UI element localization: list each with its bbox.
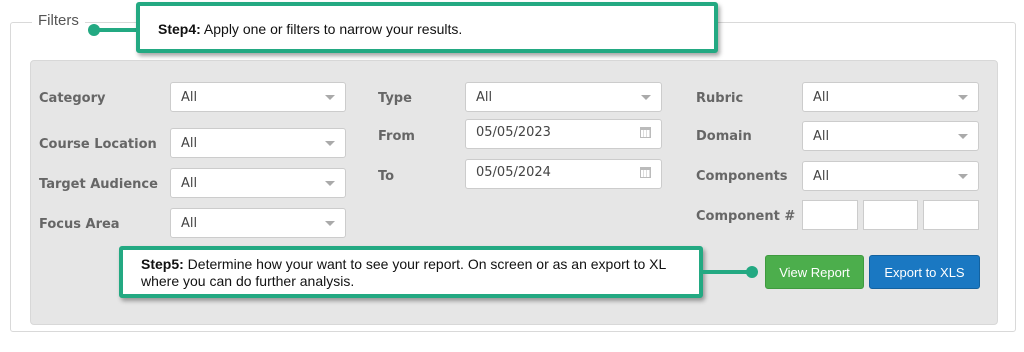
to-date-input[interactable]: 05/05/2024 [465, 159, 662, 189]
components-label: Components [696, 169, 788, 184]
step5-title: Step5: [141, 256, 184, 272]
domain-label: Domain [696, 129, 752, 144]
to-date-value: 05/05/2024 [476, 165, 551, 180]
step5-callout: Step5: Determine how your want to see yo… [119, 246, 703, 298]
chevron-down-icon [325, 141, 335, 146]
chevron-down-icon [325, 221, 335, 226]
callout-connector [702, 270, 752, 274]
step5-text: Determine how your want to see your repo… [141, 256, 666, 289]
course-location-value: All [181, 136, 198, 151]
chevron-down-icon [958, 174, 968, 179]
component-number-input-2[interactable] [863, 200, 918, 230]
category-select[interactable]: All [170, 82, 346, 112]
from-label: From [378, 129, 415, 144]
target-audience-value: All [181, 176, 198, 191]
calendar-icon[interactable] [640, 167, 651, 178]
focus-area-value: All [181, 216, 198, 231]
chevron-down-icon [641, 95, 651, 100]
focus-area-select[interactable]: All [170, 208, 346, 238]
step4-callout: Step4: Apply one or filters to narrow yo… [136, 2, 718, 53]
type-label: Type [378, 91, 412, 106]
target-audience-select[interactable]: All [170, 168, 346, 198]
from-date-value: 05/05/2023 [476, 125, 551, 140]
to-label: To [378, 169, 395, 184]
components-select[interactable]: All [802, 161, 979, 191]
domain-value: All [813, 129, 830, 144]
course-location-select[interactable]: All [170, 128, 346, 158]
type-select[interactable]: All [465, 82, 662, 112]
rubric-select[interactable]: All [802, 82, 979, 112]
category-value: All [181, 90, 198, 105]
component-number-input-1[interactable] [802, 200, 858, 230]
course-location-label: Course Location [39, 137, 157, 152]
rubric-label: Rubric [696, 91, 744, 106]
filters-legend: Filters [32, 12, 85, 29]
focus-area-label: Focus Area [39, 217, 120, 232]
step4-title: Step4: [158, 21, 201, 37]
callout-connector [96, 28, 140, 32]
calendar-icon[interactable] [640, 127, 651, 138]
chevron-down-icon [958, 95, 968, 100]
component-number-label: Component # [696, 209, 796, 224]
category-label: Category [39, 91, 106, 106]
components-value: All [813, 169, 830, 184]
callout-pointer-dot [746, 266, 758, 278]
view-report-button[interactable]: View Report [765, 255, 864, 289]
chevron-down-icon [325, 181, 335, 186]
type-value: All [476, 90, 493, 105]
chevron-down-icon [958, 134, 968, 139]
rubric-value: All [813, 90, 830, 105]
export-to-xls-button[interactable]: Export to XLS [869, 255, 980, 289]
step4-text: Apply one or filters to narrow your resu… [200, 21, 463, 37]
chevron-down-icon [325, 95, 335, 100]
from-date-input[interactable]: 05/05/2023 [465, 119, 662, 149]
component-number-input-3[interactable] [923, 200, 979, 230]
target-audience-label: Target Audience [39, 177, 158, 192]
domain-select[interactable]: All [802, 121, 979, 151]
